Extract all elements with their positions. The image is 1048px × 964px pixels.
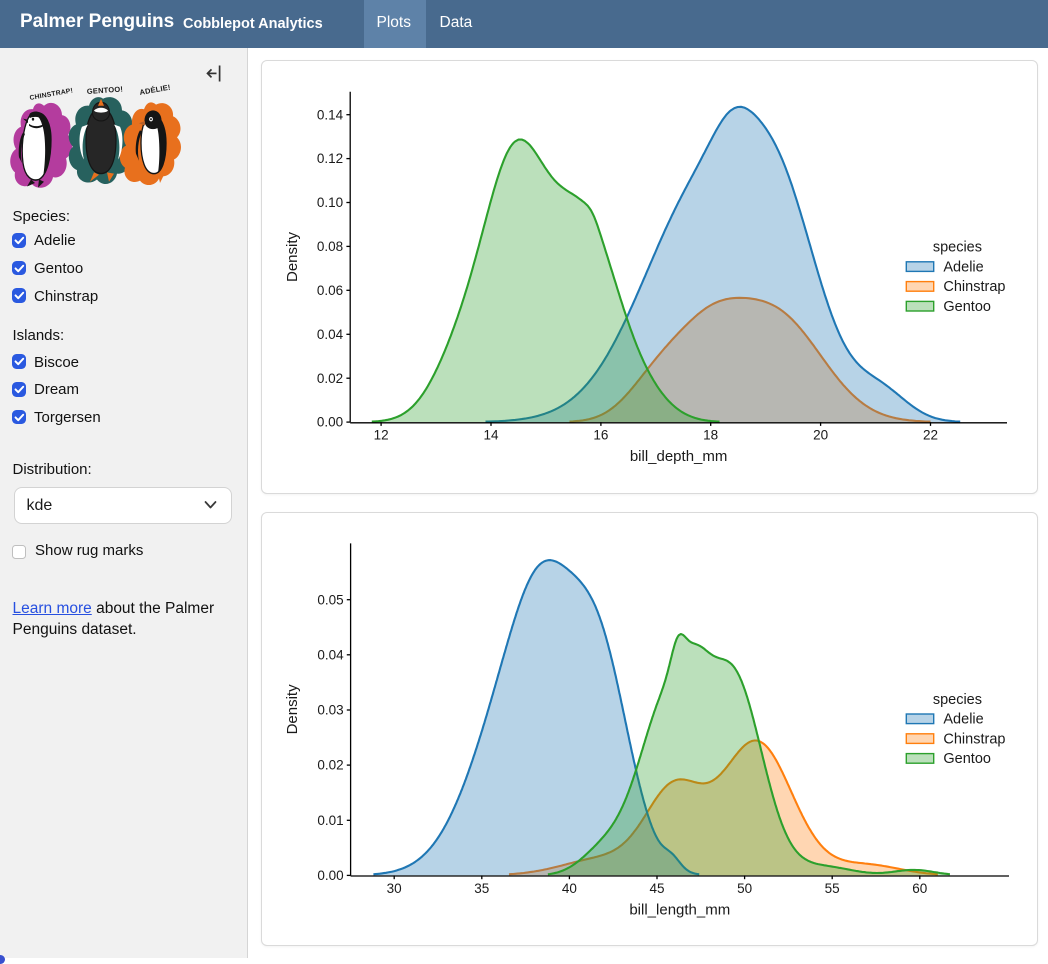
svg-text:0.08: 0.08	[317, 239, 343, 254]
svg-text:40: 40	[562, 881, 577, 896]
svg-text:30: 30	[387, 881, 402, 896]
svg-text:Adelie: Adelie	[943, 259, 983, 275]
svg-text:0.03: 0.03	[317, 703, 343, 718]
svg-text:Adelie: Adelie	[943, 712, 983, 728]
svg-text:Density: Density	[284, 684, 301, 735]
svg-text:22: 22	[923, 428, 938, 443]
svg-text:0.14: 0.14	[317, 107, 344, 122]
svg-text:50: 50	[737, 881, 752, 896]
svg-text:55: 55	[825, 881, 840, 896]
svg-text:bill_depth_mm: bill_depth_mm	[630, 448, 728, 465]
svg-text:species: species	[933, 240, 982, 256]
svg-text:Chinstrap: Chinstrap	[943, 731, 1005, 747]
svg-text:60: 60	[912, 881, 927, 896]
svg-text:0.12: 0.12	[317, 151, 343, 166]
svg-text:12: 12	[374, 428, 389, 443]
svg-text:CHINSTRAP!: CHINSTRAP!	[29, 87, 73, 102]
svg-text:0.04: 0.04	[317, 327, 344, 342]
svg-text:0.00: 0.00	[317, 415, 343, 430]
svg-text:0.01: 0.01	[317, 813, 343, 828]
svg-text:16: 16	[593, 428, 608, 443]
svg-text:Chinstrap: Chinstrap	[943, 279, 1005, 295]
svg-text:Gentoo: Gentoo	[943, 299, 991, 315]
svg-text:35: 35	[474, 881, 489, 896]
svg-text:GENTOO!: GENTOO!	[87, 84, 124, 96]
svg-text:0.10: 0.10	[317, 195, 343, 210]
svg-text:0.04: 0.04	[317, 647, 344, 662]
svg-text:0.05: 0.05	[317, 592, 343, 607]
svg-text:0.02: 0.02	[317, 371, 343, 386]
svg-text:0.06: 0.06	[317, 283, 343, 298]
svg-text:Gentoo: Gentoo	[943, 751, 991, 767]
svg-text:bill_length_mm: bill_length_mm	[629, 902, 730, 919]
svg-text:45: 45	[649, 881, 664, 896]
svg-text:Density: Density	[284, 231, 301, 282]
svg-text:14: 14	[483, 428, 499, 443]
svg-text:species: species	[933, 692, 982, 708]
svg-text:0.00: 0.00	[317, 868, 343, 883]
svg-text:0.02: 0.02	[317, 758, 343, 773]
svg-text:20: 20	[813, 428, 828, 443]
svg-text:18: 18	[703, 428, 718, 443]
svg-text:ADÉLIE!: ADÉLIE!	[139, 83, 171, 97]
